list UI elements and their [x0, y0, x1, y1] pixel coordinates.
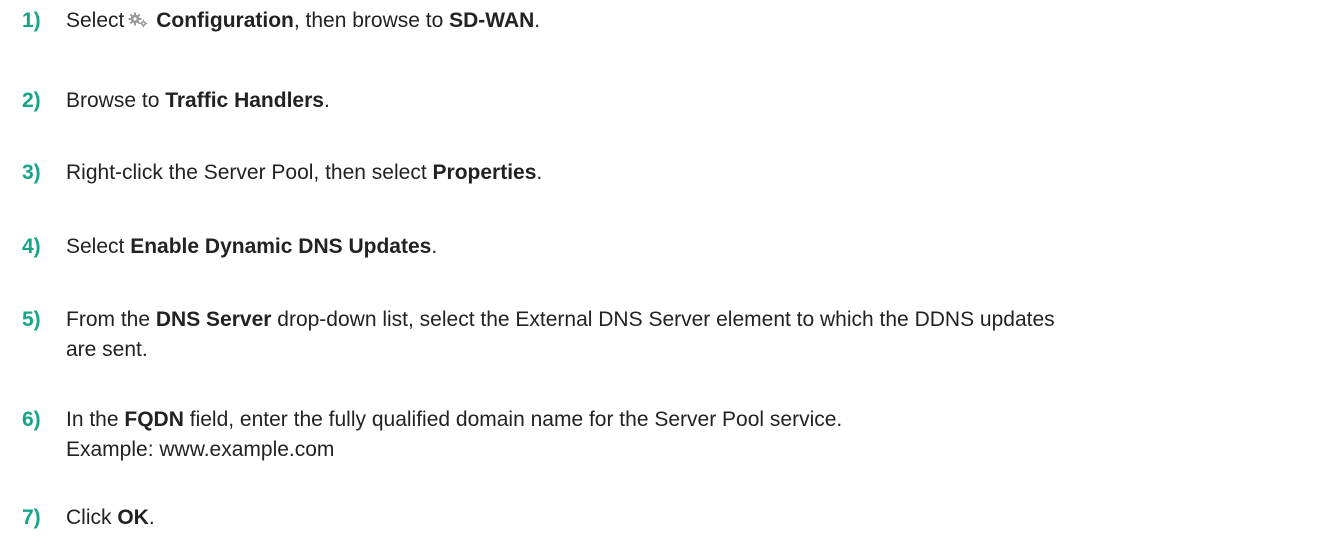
gear-icon [128, 12, 150, 28]
step-text: Right-click the Server Pool, then select… [66, 161, 543, 184]
step-text: Browse to Traffic Handlers. [66, 89, 330, 112]
step-text: Select Enable Dynamic DNS Updates. [66, 235, 438, 258]
step-text: Select Configuration, then browse to SD-… [66, 9, 541, 32]
procedure-steps: 1) Select Configuration, then browse to … [0, 0, 1334, 552]
step-number: 7) [22, 506, 41, 529]
step-number: 4) [22, 235, 41, 258]
step-text: Click OK. [66, 506, 155, 529]
step-text: In the FQDN field, enter the fully quali… [66, 405, 1324, 465]
step-number: 5) [22, 308, 41, 331]
step-number: 3) [22, 161, 41, 184]
step-number: 2) [22, 89, 41, 112]
step-text: From the DNS Server drop-down list, sele… [66, 308, 1055, 361]
step-number: 1) [22, 9, 41, 32]
example-text: Example: www.example.com [66, 438, 335, 461]
step-number: 6) [22, 408, 41, 431]
